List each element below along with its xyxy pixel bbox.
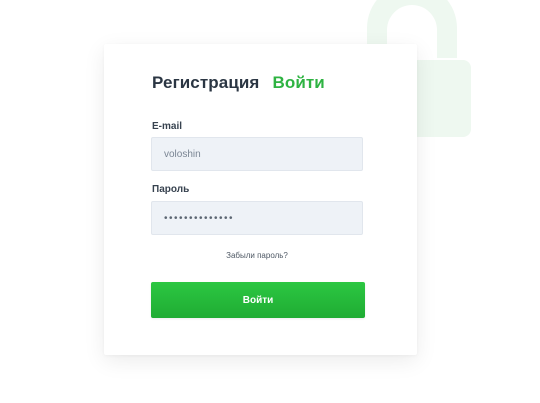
login-button-label: Войти: [242, 294, 274, 306]
email-value: voloshin: [164, 148, 201, 160]
password-value: ••••••••••••••: [164, 212, 235, 224]
auth-tabs: Регистрация Войти: [152, 73, 325, 93]
password-label: Пароль: [152, 184, 190, 195]
password-field[interactable]: ••••••••••••••: [151, 201, 363, 235]
tab-login[interactable]: Войти: [272, 73, 324, 93]
tab-register[interactable]: Регистрация: [152, 73, 259, 93]
login-card: Регистрация Войти E-mail voloshin Пароль…: [104, 44, 417, 355]
forgot-password-link[interactable]: Забыли пароль?: [151, 251, 363, 260]
email-label: E-mail: [152, 121, 183, 132]
login-button[interactable]: Войти: [151, 282, 365, 318]
email-field[interactable]: voloshin: [151, 137, 363, 171]
